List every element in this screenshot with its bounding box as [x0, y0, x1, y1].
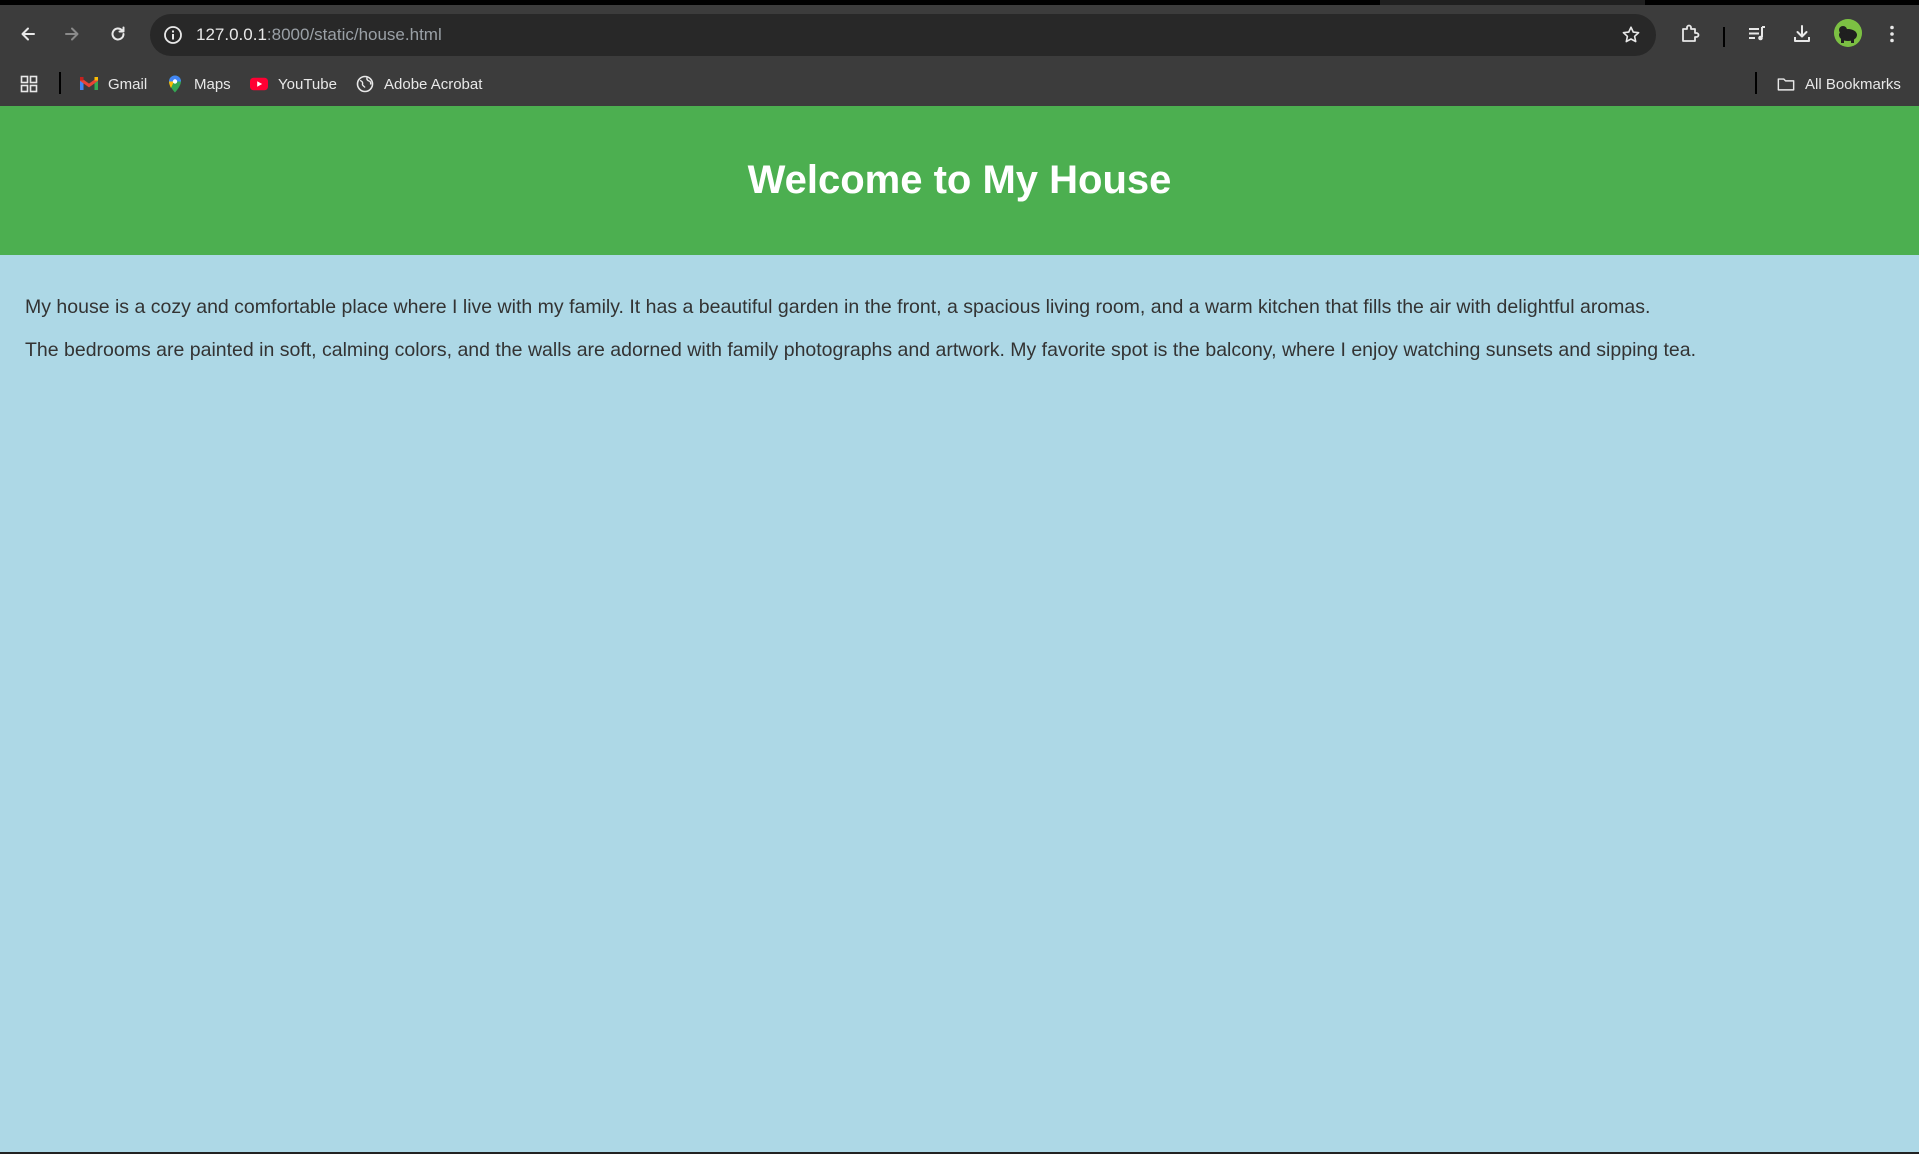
downloads-button[interactable] — [1786, 18, 1818, 50]
bookmarks-separator — [1755, 72, 1757, 94]
youtube-icon — [250, 75, 268, 93]
kebab-menu-icon — [1890, 25, 1894, 43]
reload-button[interactable] — [102, 18, 134, 50]
toolbar: 127.0.0.1:8000/static/house.html — [0, 5, 1919, 63]
toolbar-separator — [1723, 27, 1725, 47]
paragraph: The bedrooms are painted in soft, calmin… — [25, 339, 1697, 361]
bookmark-youtube[interactable]: YouTube — [250, 71, 337, 97]
back-button[interactable] — [12, 18, 44, 50]
download-icon — [1794, 25, 1810, 42]
menu-button[interactable] — [1876, 18, 1908, 50]
url-path: :8000/static/house.html — [266, 25, 442, 44]
reload-icon — [111, 26, 125, 41]
folder-icon — [1777, 75, 1795, 93]
bookmark-star-icon[interactable] — [1620, 24, 1642, 46]
url-host: 127.0.0.1 — [196, 25, 267, 44]
bookmarks-bar: Gmail Maps YouTube Adobe Acrobat All Boo… — [0, 63, 1919, 106]
page-content: My house is a cozy and comfortable place… — [25, 296, 1895, 382]
bookmark-maps[interactable]: Maps — [166, 71, 231, 97]
playlist-music-icon — [1749, 26, 1765, 41]
maps-icon — [166, 75, 184, 93]
apps-button[interactable] — [20, 71, 38, 97]
address-bar[interactable]: 127.0.0.1:8000/static/house.html — [150, 14, 1656, 56]
all-bookmarks-label: All Bookmarks — [1805, 75, 1901, 93]
apps-grid-icon — [20, 75, 38, 93]
profile-avatar[interactable] — [1834, 19, 1862, 47]
media-control-button[interactable] — [1741, 18, 1773, 50]
paragraph: My house is a cozy and comfortable place… — [25, 296, 1651, 318]
bookmark-label: Maps — [194, 75, 231, 93]
bookmark-label: YouTube — [278, 75, 337, 93]
arrow-right-icon — [65, 27, 79, 41]
bookmark-gmail[interactable]: Gmail — [80, 71, 147, 97]
avatar-image-icon — [1834, 19, 1862, 47]
extensions-button[interactable] — [1674, 18, 1706, 50]
gmail-icon — [80, 75, 98, 93]
puzzle-icon — [1682, 24, 1700, 42]
all-bookmarks-button[interactable]: All Bookmarks — [1777, 71, 1901, 97]
bookmark-label: Gmail — [108, 75, 148, 93]
arrow-left-icon — [21, 27, 35, 41]
bookmark-adobe-acrobat[interactable]: Adobe Acrobat — [356, 71, 482, 97]
forward-button[interactable] — [56, 18, 88, 50]
url-text[interactable]: 127.0.0.1:8000/static/house.html — [196, 25, 442, 45]
site-info-icon[interactable] — [162, 24, 184, 46]
browser-chrome: 127.0.0.1:8000/static/house.html Gmail M… — [0, 0, 1919, 106]
bookmarks-separator — [59, 72, 61, 94]
page-header: Welcome to My House — [0, 106, 1919, 255]
bookmark-label: Adobe Acrobat — [384, 75, 483, 93]
page-title: Welcome to My House — [747, 158, 1172, 202]
globe-icon — [356, 75, 374, 93]
